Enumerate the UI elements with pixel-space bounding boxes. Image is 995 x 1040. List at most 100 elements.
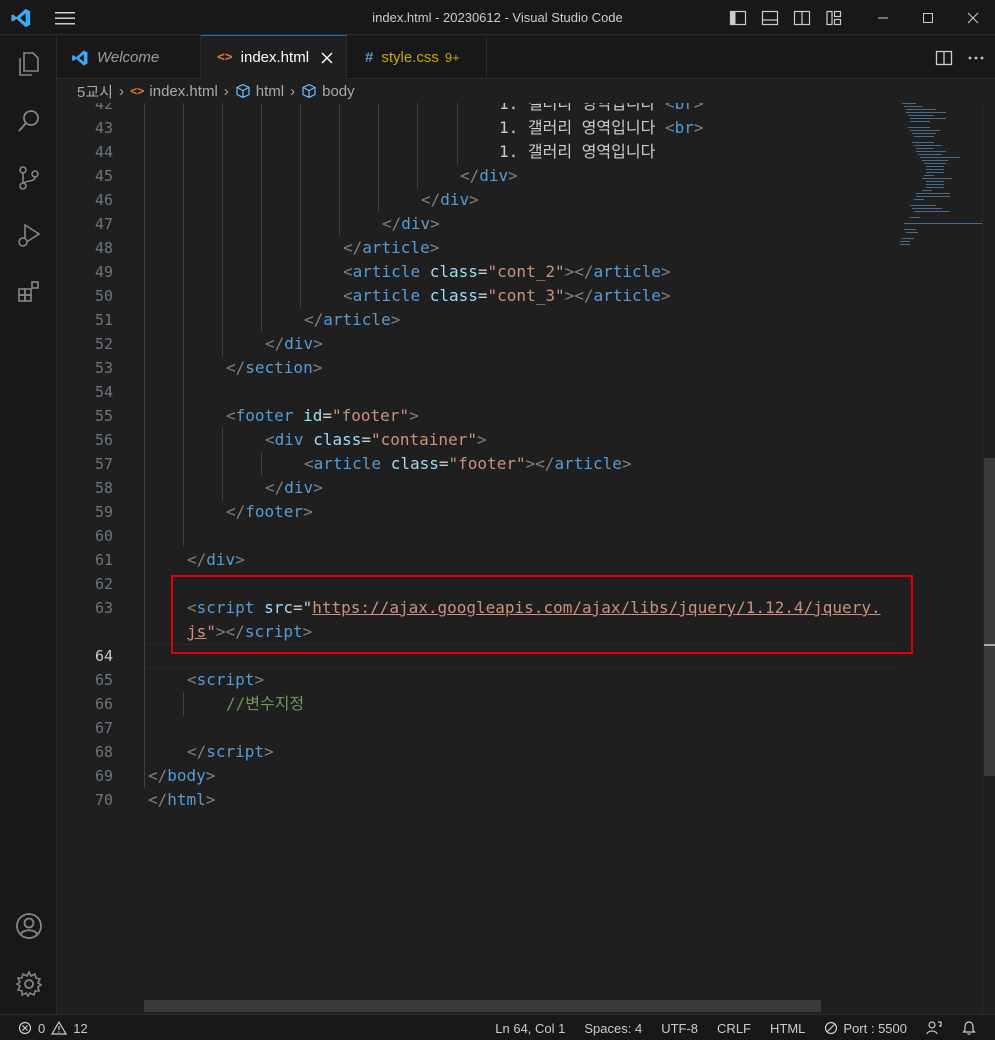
- tab-index-html[interactable]: <> index.html: [201, 35, 347, 79]
- attribute-value: "cont_3": [487, 286, 565, 305]
- breadcrumb-body[interactable]: body: [301, 83, 355, 100]
- language-mode[interactable]: HTML: [770, 1021, 805, 1036]
- accounts-icon[interactable]: [0, 902, 57, 950]
- customize-layout-icon[interactable]: [818, 0, 850, 35]
- line-number: 45: [94, 167, 113, 185]
- code-line-44: 1. 갤러리 영역입니다: [499, 140, 655, 164]
- toggle-panel-icon[interactable]: [754, 0, 786, 35]
- line-number: 55: [94, 407, 113, 425]
- tag-name: article: [554, 454, 622, 473]
- hamburger-menu-icon[interactable]: [54, 9, 76, 27]
- line-number: 42: [94, 103, 113, 113]
- code-line-59: </footer>: [226, 502, 313, 521]
- vscode-logo-icon[interactable]: [10, 7, 32, 29]
- line-number: 48: [94, 239, 113, 257]
- tab-welcome[interactable]: Welcome: [57, 36, 201, 79]
- line-number: 53: [94, 359, 113, 377]
- tab-label: style.css: [381, 49, 439, 66]
- toggle-secondary-sidebar-icon[interactable]: [786, 0, 818, 35]
- settings-gear-icon[interactable]: [0, 960, 57, 1008]
- tag-name: article: [323, 310, 391, 329]
- minimize-button[interactable]: [860, 0, 905, 35]
- source-control-icon[interactable]: [0, 154, 57, 202]
- tag-name: script: [196, 670, 255, 689]
- html-icon: <>: [217, 50, 233, 65]
- text-content: 1. 갤러리 영역입니다: [499, 103, 665, 113]
- tag-name: article: [593, 286, 661, 305]
- chevron-right-icon: ›: [290, 82, 296, 100]
- port-label: Port : 5500: [843, 1020, 907, 1036]
- attribute-name: class: [429, 286, 478, 305]
- close-window-button[interactable]: [950, 0, 995, 35]
- tag-name: article: [352, 286, 421, 305]
- breadcrumb-html[interactable]: html: [235, 83, 284, 100]
- scrollbar-thumb[interactable]: [984, 458, 995, 776]
- breadcrumb-file[interactable]: <> index.html: [130, 83, 218, 100]
- line-number: 70: [94, 791, 113, 809]
- minimap[interactable]: [900, 103, 982, 263]
- indent-guide: [144, 103, 145, 788]
- code-line-52: </div>: [265, 334, 323, 353]
- problems-indicator[interactable]: 0 12: [18, 1015, 88, 1040]
- html-icon: <>: [129, 84, 145, 98]
- line-number: 47: [94, 215, 113, 233]
- tab-style-css[interactable]: # style.css 9+: [347, 36, 487, 79]
- end-of-line-sequence[interactable]: CRLF: [717, 1021, 751, 1036]
- live-server-port[interactable]: Port : 5500: [824, 1021, 907, 1036]
- attribute-value: "cont_2": [487, 262, 565, 281]
- more-actions-icon[interactable]: [967, 49, 985, 67]
- code-line-58: </div>: [265, 478, 323, 497]
- element-cube-icon: [302, 83, 316, 99]
- attribute-value: "container": [371, 430, 477, 449]
- breadcrumb-folder[interactable]: 5교시: [77, 81, 113, 102]
- tag-name: footer: [245, 502, 304, 521]
- tag-name: div: [206, 550, 236, 569]
- line-number: 57: [94, 455, 113, 473]
- warning-icon: [51, 1021, 68, 1035]
- code-line-65: <script>: [187, 670, 265, 689]
- cursor-position-marker: [984, 644, 995, 646]
- line-number: 54: [94, 383, 113, 401]
- tag-name: div: [284, 334, 314, 353]
- indent-guide: [457, 103, 458, 164]
- tag-name: br: [674, 118, 694, 137]
- close-tab-icon[interactable]: [321, 52, 333, 64]
- extensions-icon[interactable]: [0, 268, 57, 316]
- line-number: 69: [94, 767, 113, 785]
- maximize-button[interactable]: [905, 0, 950, 35]
- accounts-feedback-icon[interactable]: [926, 1020, 942, 1036]
- tag-name: div: [479, 166, 509, 185]
- file-encoding[interactable]: UTF-8: [661, 1021, 698, 1036]
- breadcrumb: 5교시 › <> index.html › html › body: [57, 79, 995, 103]
- no-entry-icon: [825, 1021, 838, 1035]
- code-line-50: <article class="cont_3"></article>: [343, 286, 671, 305]
- split-editor-icon[interactable]: [935, 49, 953, 67]
- code-line-55: <footer id="footer">: [226, 406, 419, 425]
- cursor-position[interactable]: Ln 64, Col 1: [495, 1021, 565, 1036]
- notifications-bell-icon[interactable]: [961, 1020, 977, 1036]
- code-editor[interactable]: 42 43 44 45 46 47 48 49 50 51 52 53 54 5…: [57, 103, 995, 1014]
- line-number: 50: [94, 287, 113, 305]
- breadcrumb-body-label: body: [322, 82, 355, 100]
- indentation-setting[interactable]: Spaces: 4: [584, 1021, 642, 1036]
- code-line-68: </script>: [187, 742, 274, 761]
- line-number-current: 64: [94, 647, 113, 665]
- run-and-debug-icon[interactable]: [0, 211, 57, 259]
- toggle-primary-sidebar-icon[interactable]: [722, 0, 754, 35]
- tag-name: div: [274, 430, 304, 449]
- tag-name: html: [167, 790, 206, 809]
- line-number: 65: [94, 671, 113, 689]
- line-number: 56: [94, 431, 113, 449]
- tag-name: article: [313, 454, 382, 473]
- vertical-scrollbar[interactable]: [982, 103, 995, 1014]
- explorer-icon[interactable]: [0, 40, 57, 88]
- tag-name: div: [284, 478, 314, 497]
- line-number: 49: [94, 263, 113, 281]
- error-icon: [18, 1021, 32, 1035]
- horizontal-scrollbar[interactable]: [144, 1000, 821, 1012]
- code-line-47: </div>: [382, 214, 440, 233]
- line-number: 51: [94, 311, 113, 329]
- code-comment: //변수지정: [226, 694, 305, 713]
- search-icon[interactable]: [0, 97, 57, 145]
- warning-count: 12: [73, 1020, 88, 1036]
